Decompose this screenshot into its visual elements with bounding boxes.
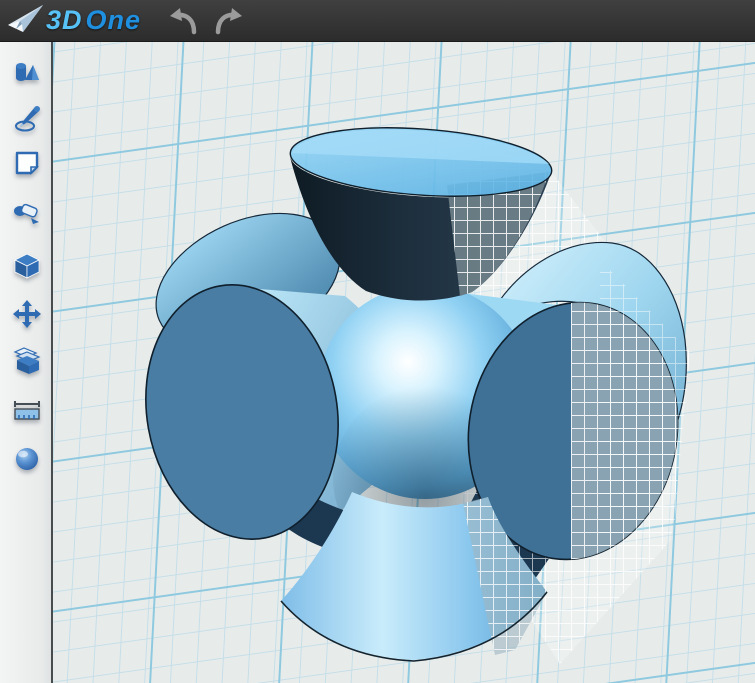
undo-button[interactable]: [167, 4, 201, 38]
move-arrows-icon[interactable]: [11, 298, 43, 330]
measure-ruler-icon[interactable]: [11, 393, 43, 425]
undo-arrow-icon: [169, 6, 199, 36]
primitive-solids-icon[interactable]: [11, 57, 43, 89]
logo-text-3d: 3D: [46, 7, 83, 34]
tool-sidebar: [0, 42, 53, 683]
redo-button[interactable]: [211, 4, 245, 38]
trim-tool-icon[interactable]: [11, 198, 43, 230]
redo-arrow-icon: [213, 6, 243, 36]
viewport-canvas[interactable]: [53, 42, 755, 683]
sketch-pen-icon[interactable]: [11, 102, 43, 134]
material-sphere-icon[interactable]: [11, 443, 43, 475]
logo-text-one: One: [86, 7, 142, 34]
3done-app-window: { "app": { "logo_part1": "3D", "logo_par…: [0, 0, 755, 683]
app-logo: 3D One: [0, 2, 141, 40]
scene-svg: [53, 42, 755, 683]
top-toolbar: 3D One: [0, 0, 755, 42]
cube-feature-icon[interactable]: [11, 250, 43, 282]
combine-cube-icon[interactable]: [11, 345, 43, 377]
paper-plane-icon: [6, 2, 46, 40]
sketch-plane-icon[interactable]: [11, 147, 43, 179]
